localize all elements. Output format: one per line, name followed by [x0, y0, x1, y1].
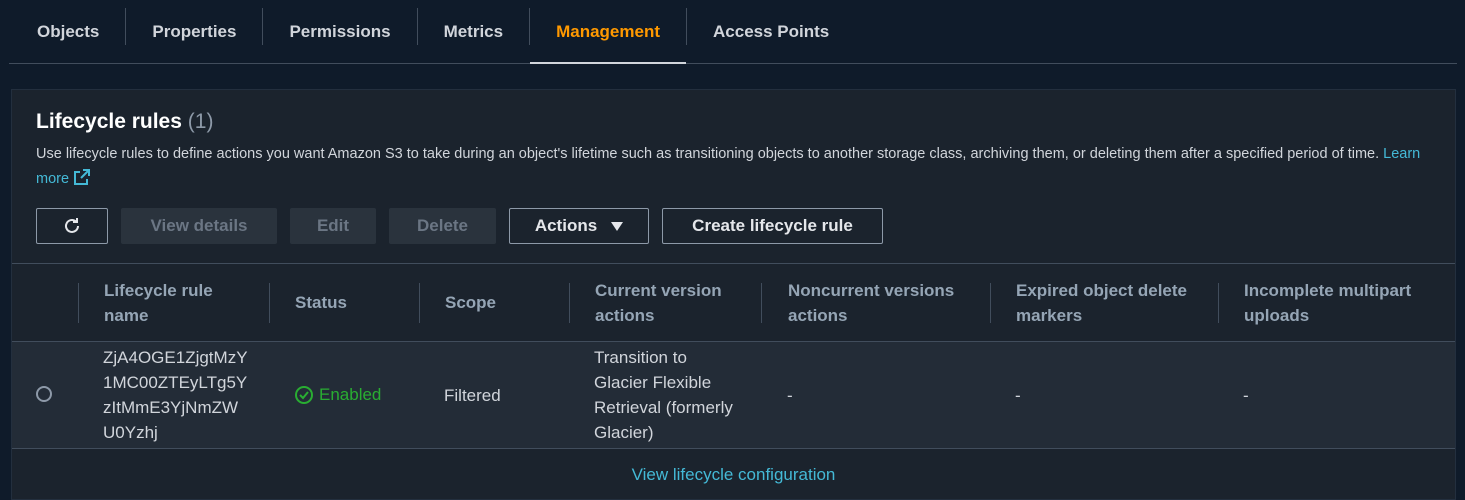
tab-bar: Objects Properties Permissions Metrics M…: [9, 0, 1457, 64]
column-divider: [269, 283, 270, 323]
refresh-button[interactable]: [36, 208, 108, 244]
expired-markers-cell: -: [1015, 386, 1021, 405]
current-actions-cell: Transition to Glacier Flexible Retrieval…: [594, 348, 733, 442]
delete-button[interactable]: Delete: [389, 208, 496, 244]
actions-dropdown-button[interactable]: Actions: [509, 208, 649, 244]
refresh-icon: [65, 218, 79, 233]
column-divider: [761, 283, 762, 323]
table-row: ZjA4OGE1ZjgtMzY1MC00ZTEyLTg5YzItMmE3YjNm…: [12, 342, 1455, 449]
description-text: Use lifecycle rules to define actions yo…: [36, 146, 1380, 162]
status-badge: Enabled: [294, 382, 381, 407]
tab-management[interactable]: Management: [530, 0, 686, 64]
create-lifecycle-rule-button[interactable]: Create lifecycle rule: [662, 208, 883, 244]
column-header-status[interactable]: Status: [295, 264, 415, 341]
status-text: Enabled: [319, 385, 382, 404]
tab-permissions[interactable]: Permissions: [263, 0, 416, 63]
scope-cell: Filtered: [444, 386, 501, 405]
tab-metrics[interactable]: Metrics: [418, 0, 530, 63]
tab-access-points[interactable]: Access Points: [687, 0, 855, 63]
panel-footer: View lifecycle configuration: [12, 450, 1455, 500]
column-header-scope[interactable]: Scope: [445, 264, 565, 341]
column-divider: [78, 283, 79, 323]
column-divider: [569, 283, 570, 323]
view-lifecycle-configuration-link[interactable]: View lifecycle configuration: [632, 465, 836, 485]
section-title: Lifecycle rules (1): [36, 110, 1431, 134]
column-header-expired-markers[interactable]: Expired object delete markers: [1016, 264, 1216, 341]
panel-header: Lifecycle rules (1) Use lifecycle rules …: [36, 110, 1431, 192]
rule-count: (1): [187, 110, 214, 133]
external-link-icon: [74, 169, 91, 185]
tab-objects[interactable]: Objects: [9, 0, 125, 63]
column-divider: [1218, 283, 1219, 323]
toolbar: View details Edit Delete Actions Create …: [36, 208, 883, 244]
section-description: Use lifecycle rules to define actions yo…: [36, 142, 1426, 192]
column-header-multipart[interactable]: Incomplete multipart uploads: [1244, 264, 1444, 341]
view-details-button[interactable]: View details: [121, 208, 277, 244]
check-circle-icon: [295, 385, 313, 404]
section-title-text: Lifecycle rules: [36, 110, 182, 133]
column-divider: [990, 283, 991, 323]
actions-label: Actions: [534, 216, 598, 235]
lifecycle-rules-table: Lifecycle rule name Status Scope Current…: [12, 263, 1455, 449]
rule-name-link[interactable]: ZjA4OGE1ZjgtMzY1MC00ZTEyLTg5YzItMmE3YjNm…: [103, 345, 249, 445]
tab-properties[interactable]: Properties: [126, 0, 262, 63]
column-header-name[interactable]: Lifecycle rule name: [104, 264, 254, 341]
multipart-cell: -: [1243, 386, 1249, 405]
noncurrent-actions-cell: -: [787, 386, 793, 405]
column-header-noncurrent-actions[interactable]: Noncurrent versions actions: [788, 264, 988, 341]
row-select-radio[interactable]: [36, 386, 52, 402]
column-header-current-actions[interactable]: Current version actions: [595, 264, 755, 341]
caret-down-icon: [611, 221, 624, 231]
lifecycle-rules-panel: Lifecycle rules (1) Use lifecycle rules …: [11, 89, 1456, 500]
edit-button[interactable]: Edit: [290, 208, 376, 244]
table-header: Lifecycle rule name Status Scope Current…: [12, 263, 1455, 342]
column-divider: [419, 283, 420, 323]
